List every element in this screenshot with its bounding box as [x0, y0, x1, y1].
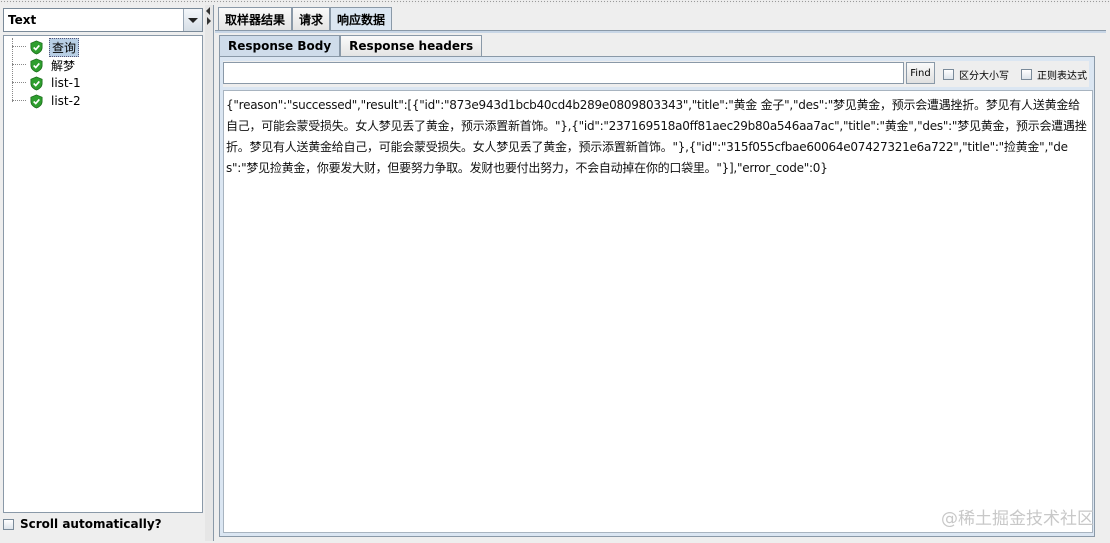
- tab-request[interactable]: 请求: [292, 7, 331, 30]
- tree-item-list-2[interactable]: list-2: [12, 92, 83, 110]
- case-sensitive-checkbox[interactable]: [943, 69, 954, 80]
- renderer-select[interactable]: Text: [3, 8, 203, 32]
- find-button[interactable]: Find: [906, 62, 935, 84]
- success-shield-icon: [30, 40, 43, 54]
- tree-item-label: 查询: [49, 37, 80, 57]
- regex-checkbox[interactable]: [1021, 69, 1032, 80]
- tab-sampler-result[interactable]: 取样器结果: [218, 7, 293, 30]
- scroll-automatically-label: Scroll automatically?: [20, 517, 162, 531]
- case-sensitive-label: 区分大小写: [959, 71, 1009, 82]
- scroll-automatically-checkbox[interactable]: [3, 518, 14, 530]
- renderer-select-value: Text: [8, 13, 37, 27]
- search-bar: Find 区分大小写 正则表达式: [223, 61, 1089, 87]
- collapse-right-icon[interactable]: [207, 17, 211, 25]
- divider: [213, 5, 214, 541]
- success-shield-icon: [30, 76, 43, 90]
- tree-item-label: list-1: [51, 76, 81, 90]
- success-shield-icon: [30, 94, 43, 108]
- collapse-left-icon[interactable]: [206, 7, 210, 15]
- tree-item-label: list-2: [51, 94, 81, 108]
- tree-connector: [12, 64, 26, 66]
- regex-label: 正则表达式: [1037, 71, 1087, 82]
- response-body-panel: Find 区分大小写 正则表达式 {"reason":"successed","…: [219, 56, 1095, 537]
- regex-option[interactable]: 正则表达式: [1021, 67, 1087, 82]
- tab-response-body[interactable]: Response Body: [219, 35, 341, 56]
- result-tabs: 取样器结果 请求 响应数据: [218, 7, 393, 31]
- tree-connector: [12, 82, 26, 84]
- chevron-down-icon[interactable]: [183, 9, 202, 31]
- tab-strip-underline: [215, 30, 1106, 33]
- results-tree-panel: Text 查询 解梦 list-1 list-2 Scroll automati…: [0, 5, 205, 541]
- tree-item-label: 解梦: [51, 58, 76, 73]
- tree-item-query[interactable]: 查询: [12, 37, 80, 57]
- watermark: @稀土掘金技术社区: [941, 509, 1094, 529]
- result-detail-panel: 取样器结果 请求 响应数据 Response Body Response hea…: [215, 5, 1106, 541]
- response-body-text[interactable]: {"reason":"successed","result":[{"id":"8…: [223, 90, 1093, 533]
- tree-connector: [12, 46, 26, 48]
- scroll-automatically-option[interactable]: Scroll automatically?: [3, 517, 162, 531]
- success-shield-icon: [30, 58, 43, 72]
- tree-item-list-1[interactable]: list-1: [12, 74, 83, 92]
- tab-response-data[interactable]: 响应数据: [330, 7, 393, 31]
- case-sensitive-option[interactable]: 区分大小写: [943, 67, 1009, 82]
- results-tree[interactable]: 查询 解梦 list-1 list-2: [3, 35, 203, 513]
- tree-connector: [12, 100, 26, 102]
- response-tabs: Response Body Response headers: [219, 35, 483, 57]
- top-border: [0, 0, 1110, 4]
- tab-response-headers[interactable]: Response headers: [340, 35, 483, 56]
- tree-item-dream[interactable]: 解梦: [12, 56, 77, 74]
- search-input[interactable]: [223, 62, 904, 84]
